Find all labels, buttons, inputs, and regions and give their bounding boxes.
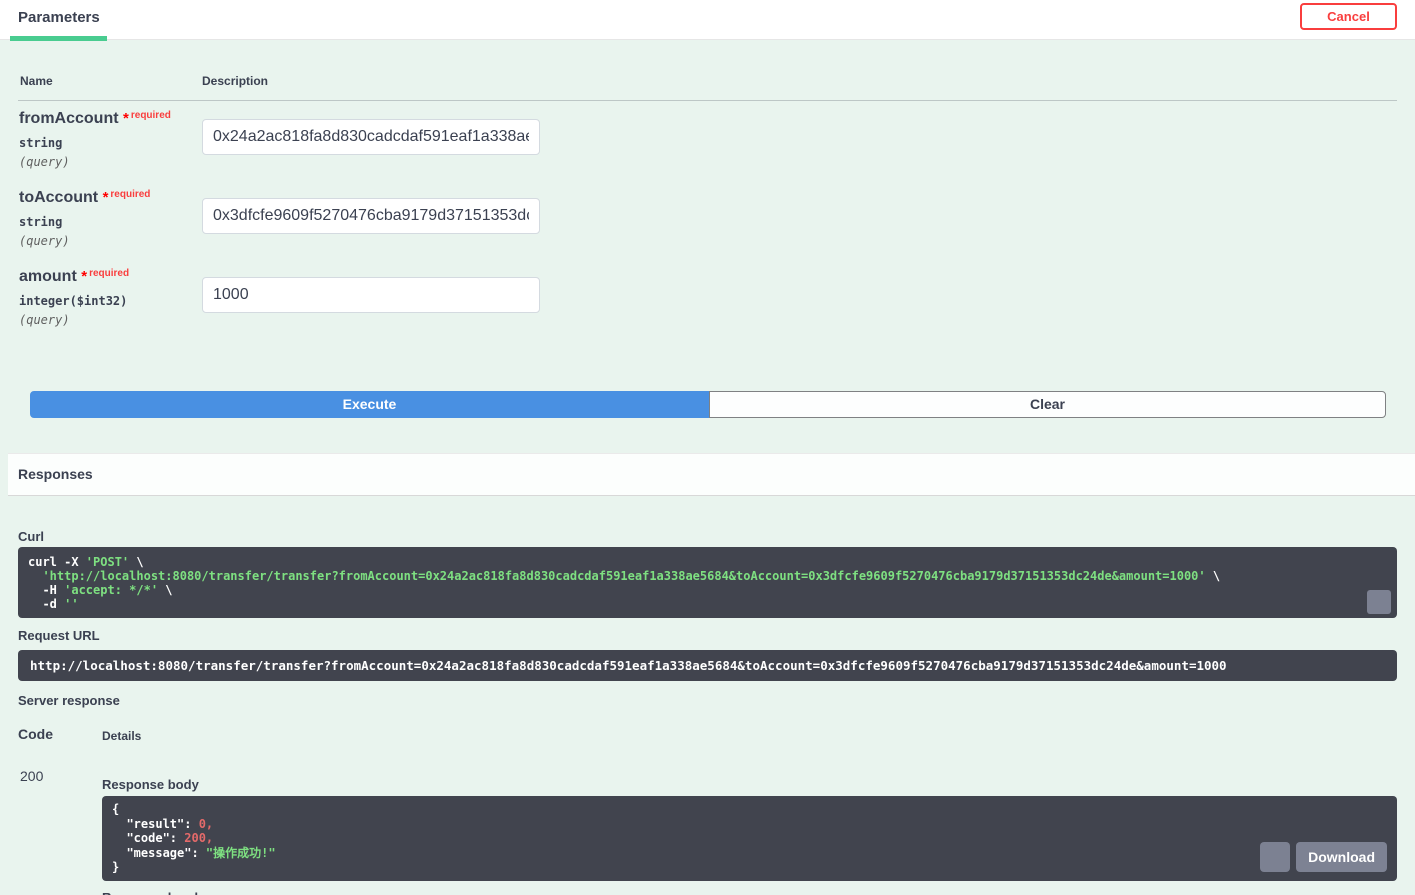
json-text: } (112, 860, 120, 874)
param-type: string (19, 136, 63, 150)
json-text: { "result": (112, 802, 192, 831)
param-name: amount (19, 268, 77, 285)
curl-string: 'accept: */*' (64, 583, 159, 597)
required-label: required (130, 110, 171, 121)
required-star: * (102, 189, 109, 206)
param-type: integer($int32) (19, 294, 128, 308)
name-column-header: Name (20, 74, 53, 88)
curl-string: '' (64, 597, 79, 611)
cancel-button[interactable]: Cancel (1300, 3, 1397, 30)
param-location: (query) (19, 313, 70, 327)
param-amount-meta: amount * required integer($int32) (query) (19, 268, 199, 327)
json-number: 200, (184, 831, 214, 845)
json-number: 0, (198, 816, 214, 831)
response-body-label: Response body (102, 777, 199, 792)
tab-parameters[interactable]: Parameters (18, 9, 100, 26)
param-name: toAccount (19, 189, 99, 206)
copy-to-clipboard-button[interactable] (1367, 590, 1391, 614)
json-string: "操作成功!" (205, 845, 276, 860)
responses-section-header: Responses (8, 453, 1415, 496)
response-body-actions: Download (1260, 842, 1387, 872)
param-location: (query) (19, 234, 70, 248)
server-response-label: Server response (18, 693, 120, 708)
response-body-block: { "result": 0, "code": 200, "message": "… (102, 796, 1397, 881)
param-name-line: toAccount * required (19, 189, 199, 207)
response-status-code: 200 (20, 768, 44, 784)
responses-title: Responses (18, 466, 93, 482)
response-headers-label: Response headers (102, 890, 218, 895)
curl-text: curl -X (28, 555, 86, 569)
param-location: (query) (19, 155, 70, 169)
request-url-label: Request URL (18, 628, 100, 643)
param-type: string (19, 215, 63, 229)
swagger-operation-panel: Parameters Cancel Name Description fromA… (0, 0, 1415, 895)
required-label: required (110, 189, 151, 200)
fromaccount-input[interactable] (202, 119, 540, 155)
param-name-line: amount * required (19, 268, 199, 286)
param-name-line: fromAccount * required (19, 110, 199, 128)
parameters-header-bar: Parameters Cancel (0, 0, 1415, 40)
curl-string: 'POST' (85, 555, 130, 569)
parameters-divider (18, 100, 1397, 101)
param-fromaccount-meta: fromAccount * required string (query) (19, 110, 199, 169)
required-star: * (123, 110, 129, 127)
curl-label: Curl (18, 529, 44, 544)
request-url-block: http://localhost:8080/transfer/transfer?… (18, 650, 1397, 681)
download-button[interactable]: Download (1296, 842, 1387, 872)
required-label: required (89, 268, 130, 279)
toaccount-input[interactable] (202, 198, 540, 234)
param-toaccount-meta: toAccount * required string (query) (19, 189, 199, 248)
details-column-header: Details (102, 729, 142, 743)
json-text: "message": (126, 845, 199, 860)
code-column-header: Code (18, 726, 53, 742)
json-text: "code": (126, 831, 178, 845)
curl-command-block: curl -X 'POST' \ 'http://localhost:8080/… (18, 547, 1397, 618)
description-column-header: Description (202, 74, 269, 88)
required-star: * (81, 268, 88, 285)
copy-to-clipboard-button[interactable] (1260, 842, 1318, 872)
active-tab-indicator (10, 36, 107, 41)
clear-button[interactable]: Clear (709, 391, 1386, 418)
amount-input[interactable] (202, 277, 540, 313)
curl-url-string: 'http://localhost:8080/transfer/transfer… (42, 569, 1206, 583)
clipboard-icon (1343, 580, 1397, 619)
execute-button[interactable]: Execute (30, 391, 709, 418)
param-name: fromAccount (19, 110, 119, 127)
